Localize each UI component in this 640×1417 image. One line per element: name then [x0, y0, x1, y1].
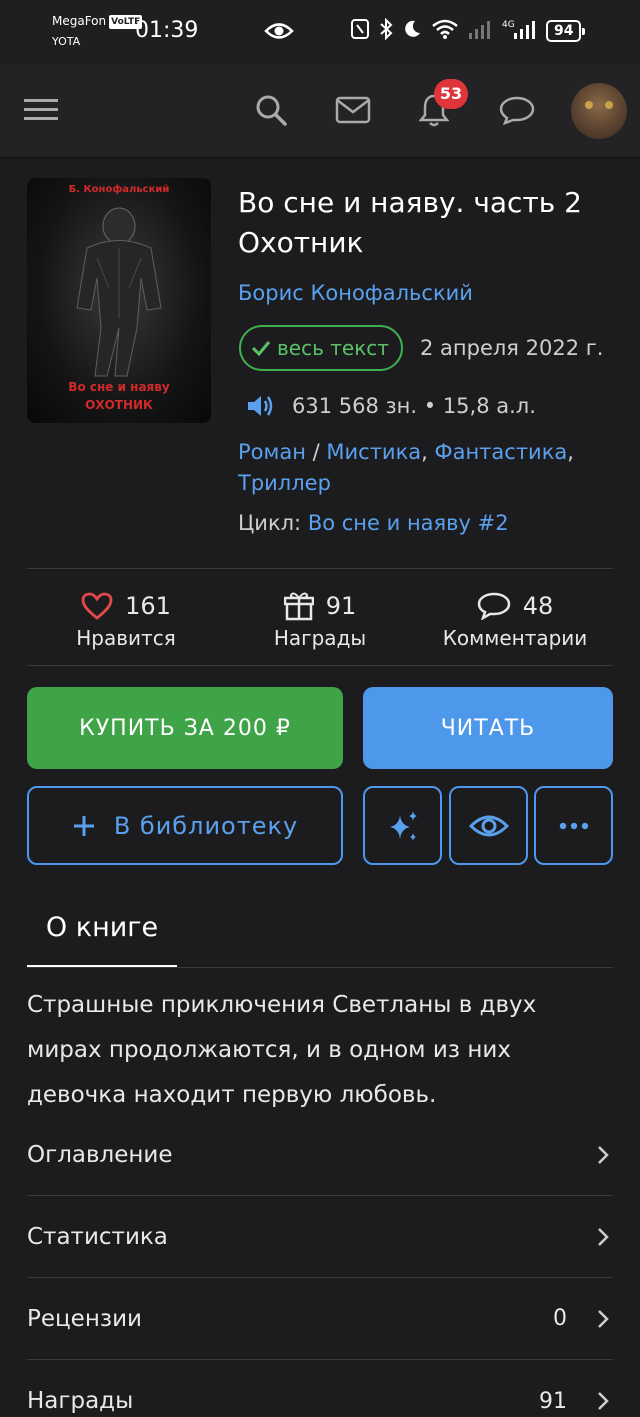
more-button[interactable] [534, 786, 613, 865]
cover-title-text: Во сне и наяву ОХОТНИК [68, 380, 170, 412]
buy-button[interactable]: КУПИТЬ ЗА 200 ₽ [27, 687, 343, 769]
series-link[interactable]: Во сне и наяву #2 [308, 511, 509, 535]
awards-stat[interactable]: 91 Награды [250, 586, 390, 650]
genre-link[interactable]: Фантастика [435, 440, 568, 464]
awards-row[interactable]: Награды 91 [27, 1360, 613, 1417]
tabs-divider [27, 967, 613, 968]
eye-icon [468, 815, 509, 836]
search-button[interactable] [245, 84, 297, 136]
genre-link[interactable]: Мистика [326, 440, 421, 464]
reviews-row[interactable]: Рецензии 0 [27, 1278, 613, 1360]
publish-date: 2 апреля 2022 г. [420, 336, 604, 360]
messages-button[interactable] [327, 84, 379, 136]
book-description: Страшные приключения Светланы в двух мир… [27, 992, 537, 1108]
chat-button[interactable] [491, 84, 543, 136]
statistics-row[interactable]: Статистика [27, 1196, 613, 1278]
gift-icon [283, 592, 314, 621]
tab-about[interactable]: О книге [27, 912, 177, 968]
signal-icon [468, 18, 494, 44]
nfc-icon [350, 18, 370, 44]
likes-stat[interactable]: 161 Нравится [56, 586, 196, 650]
divider [27, 568, 613, 569]
user-avatar[interactable] [571, 83, 627, 139]
add-to-library-button[interactable]: В библиотеку [27, 786, 343, 865]
signal-4g-icon: 4G [502, 18, 538, 44]
watch-button[interactable] [449, 786, 528, 865]
book-author-link[interactable]: Борис Конофальский [238, 281, 473, 305]
notification-count-badge: 53 [434, 79, 468, 109]
awards-count: 91 [539, 1388, 567, 1414]
book-title: Во сне и наяву. часть 2 Охотник [238, 186, 582, 259]
reviews-count: 0 [553, 1306, 567, 1331]
eye-comfort-icon [264, 20, 294, 46]
genre-link[interactable]: Триллер [238, 471, 331, 495]
sparkles-icon [389, 810, 417, 841]
status-icons: 4G 94 [350, 17, 587, 44]
chat-bubble-icon [499, 96, 535, 125]
more-dots-icon [559, 822, 588, 829]
bluetooth-icon [378, 17, 394, 44]
book-cover: Б. Конофальский Во сне и наяву ОХОТНИК [27, 178, 211, 423]
carrier-name-secondary: YOTA [52, 35, 81, 48]
checkmark-icon [251, 341, 271, 356]
genre-list: Роман / Мистика, Фантастика, Триллер [238, 440, 574, 495]
read-button[interactable]: ЧИТАТЬ [363, 687, 613, 769]
search-icon [256, 95, 287, 126]
toc-row[interactable]: Оглавление [27, 1114, 613, 1196]
comments-stat[interactable]: 48 Комментарии [435, 586, 595, 650]
chevron-right-icon [593, 1309, 613, 1329]
svg-text:4G: 4G [502, 20, 515, 30]
plus-icon [73, 815, 94, 836]
genre-link[interactable]: Роман [238, 440, 306, 464]
audio-speaker-icon[interactable] [246, 393, 274, 419]
series-info: Цикл: Во сне и наяву #2 [238, 511, 509, 535]
status-bar: MegaFon VoLTE YOTA 01:39 4G 94 [0, 0, 640, 64]
status-badge: весь текст [239, 325, 403, 371]
mail-icon [335, 96, 371, 124]
book-size: 631 568 зн. • 15,8 а.л. [246, 393, 536, 419]
clock: 01:39 [135, 18, 199, 43]
wifi-icon [430, 18, 460, 44]
comment-icon [477, 592, 510, 620]
carrier-name: MegaFon VoLTE [52, 14, 143, 29]
cover-author-text: Б. Конофальский [68, 184, 170, 195]
menu-button[interactable] [15, 84, 67, 136]
chevron-right-icon [593, 1227, 613, 1247]
notifications-button[interactable]: 53 [408, 79, 468, 136]
moon-icon [402, 19, 422, 43]
sparkles-button[interactable] [363, 786, 442, 865]
hamburger-icon [24, 99, 58, 120]
divider [27, 665, 613, 666]
app-header: 53 [0, 64, 640, 158]
heart-icon [81, 592, 113, 620]
chevron-right-icon [593, 1391, 613, 1411]
cover-figure-illustration [76, 207, 162, 377]
battery-indicator: 94 [546, 20, 587, 42]
chevron-right-icon [593, 1145, 613, 1165]
